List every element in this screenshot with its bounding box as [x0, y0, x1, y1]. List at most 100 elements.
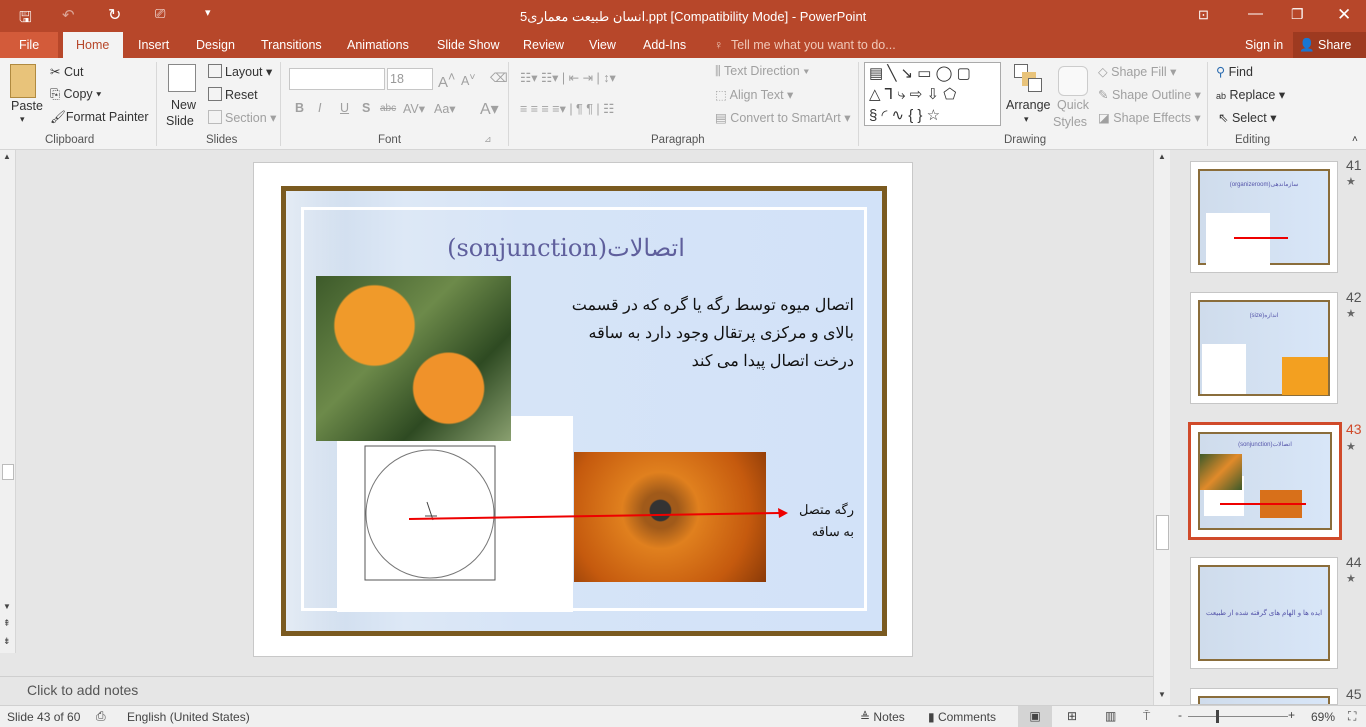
reading-view-icon[interactable]: ▥: [1105, 709, 1116, 723]
change-case-icon[interactable]: Aa▾: [434, 101, 456, 116]
copy-button[interactable]: ⎘ Copy ▾: [50, 87, 101, 102]
increase-font-icon[interactable]: A˄: [438, 70, 455, 91]
comments-button[interactable]: ▮ Comments: [928, 710, 996, 724]
zoom-slider[interactable]: [1188, 716, 1288, 717]
font-color-icon[interactable]: A▾: [480, 99, 499, 119]
undo-icon[interactable]: ↶: [62, 6, 75, 24]
slideshow-view-icon[interactable]: ⍑: [1143, 709, 1150, 724]
scrollbar-thumb[interactable]: [2, 464, 14, 480]
notes-pane[interactable]: Click to add notes: [0, 676, 1153, 705]
shadow-icon[interactable]: S: [362, 101, 370, 115]
scroll-up-icon[interactable]: ▲: [3, 152, 11, 161]
ribbon-display-icon[interactable]: ⊡: [1198, 7, 1209, 23]
slide-thumbnail-41[interactable]: (organizeroom)سازماندهی: [1190, 161, 1338, 273]
shape-effects-button[interactable]: ◪ Shape Effects ▾: [1098, 110, 1201, 125]
slide-scrollbar[interactable]: ▲ ▼ ⇞ ⇟: [0, 150, 16, 653]
tab-file[interactable]: File: [0, 32, 58, 58]
share-label: Share: [1318, 38, 1352, 52]
restore-icon[interactable]: ❐: [1291, 6, 1304, 23]
redo-icon[interactable]: ↻: [108, 5, 121, 25]
next-slide-icon[interactable]: ⇟: [3, 636, 11, 647]
slide-sorter-icon[interactable]: ⊞: [1067, 709, 1077, 723]
group-label-drawing: Drawing: [1004, 134, 1047, 146]
divider: [508, 62, 509, 146]
zoom-slider-thumb[interactable]: [1216, 710, 1219, 723]
find-button[interactable]: ⚲ Find: [1216, 64, 1253, 79]
tab-design[interactable]: Design: [196, 38, 235, 52]
save-icon[interactable]: 🖫: [19, 7, 32, 32]
tab-insert[interactable]: Insert: [138, 38, 169, 52]
customize-toolbar-icon[interactable]: ▾: [205, 6, 211, 19]
slide-thumbnail-45[interactable]: [1190, 688, 1338, 705]
align-icons[interactable]: ≡ ≡ ≡ ≡▾ | ¶ ¶ | ☷: [520, 101, 614, 116]
tab-add-ins[interactable]: Add-Ins: [643, 38, 686, 52]
share-button[interactable]: 👤 Share: [1293, 32, 1366, 58]
shapes-gallery[interactable]: ▤ ╲ ↘ ▭ ◯ ▢ △ ⅂ ⤷ ⇨ ⇩ ⬠ § ◜ ∿ { } ☆: [864, 62, 1001, 126]
tab-animations[interactable]: Animations: [347, 38, 409, 52]
scroll-up-icon[interactable]: ▲: [1158, 152, 1166, 161]
replace-button[interactable]: ab Replace ▾: [1216, 87, 1285, 102]
slide-thumbnail-42[interactable]: (size)اندازه: [1190, 292, 1338, 404]
decrease-font-icon[interactable]: A˅: [461, 72, 475, 88]
tab-review[interactable]: Review: [523, 38, 564, 52]
zoom-out-icon[interactable]: -: [1178, 708, 1182, 722]
bullets-icon[interactable]: ☷▾ ☷▾ | ⇤ ⇥ | ↕▾: [520, 70, 616, 85]
scroll-down-icon[interactable]: ▼: [3, 602, 11, 611]
tab-view[interactable]: View: [589, 38, 616, 52]
spell-check-icon[interactable]: ⎙: [96, 709, 106, 724]
shape-outline-button[interactable]: ✎ Shape Outline ▾: [1098, 87, 1201, 102]
tab-home[interactable]: Home: [63, 32, 123, 58]
clear-formatting-icon[interactable]: ⌫: [490, 70, 508, 85]
strikethrough-icon[interactable]: abc: [380, 103, 396, 114]
arrow-label[interactable]: رگه متصل به ساقه: [776, 499, 854, 543]
section-button[interactable]: Section ▾: [208, 110, 276, 125]
language-indicator[interactable]: English (United States): [127, 710, 250, 724]
format-painter-button[interactable]: 🖌Format Painter: [50, 110, 149, 125]
scrollbar-thumb[interactable]: [1156, 515, 1169, 550]
bold-icon[interactable]: B: [295, 101, 304, 115]
char-spacing-icon[interactable]: AV▾: [403, 101, 425, 116]
chevron-down-icon[interactable]: ▾: [1024, 114, 1029, 125]
close-icon[interactable]: ✕: [1337, 5, 1351, 25]
animation-star-icon: ★: [1346, 176, 1356, 188]
cut-button[interactable]: ✂ Cut: [50, 64, 83, 79]
minimize-icon[interactable]: —: [1248, 5, 1263, 22]
arrange-button[interactable]: Arrange: [1006, 98, 1050, 112]
normal-view-icon[interactable]: ▣: [1018, 706, 1052, 727]
tab-transitions[interactable]: Transitions: [261, 38, 322, 52]
chevron-down-icon[interactable]: ▾: [20, 114, 25, 125]
fit-to-window-icon[interactable]: ⛶: [1348, 709, 1356, 724]
zoom-level[interactable]: 69%: [1311, 710, 1335, 724]
notes-placeholder[interactable]: Click to add notes: [27, 682, 138, 698]
align-text-button[interactable]: ⬚ Align Text ▾: [715, 87, 793, 102]
thumbnail-scrollbar[interactable]: ▲ ▼: [1153, 150, 1170, 705]
tab-slide-show[interactable]: Slide Show: [437, 38, 500, 52]
zoom-in-icon[interactable]: +: [1288, 708, 1295, 722]
italic-icon[interactable]: I: [318, 101, 321, 115]
tell-me-input[interactable]: Tell me what you want to do...: [731, 38, 896, 52]
font-size-input[interactable]: 18: [387, 68, 433, 90]
dialog-launcher-icon[interactable]: ⊿: [484, 134, 492, 145]
slide-thumbnail-43-selected[interactable]: (sonjunction)اتصالات: [1188, 422, 1342, 540]
underline-icon[interactable]: U: [340, 101, 349, 115]
new-slide-icon: [168, 64, 196, 92]
select-button[interactable]: ⇖ Select ▾: [1218, 110, 1276, 125]
scroll-down-icon[interactable]: ▼: [1158, 690, 1166, 699]
shape-fill-button[interactable]: ◇ Shape Fill ▾: [1098, 64, 1176, 79]
reset-button[interactable]: Reset: [208, 87, 258, 102]
layout-button[interactable]: Layout ▾: [208, 64, 272, 79]
notes-button[interactable]: ≜ Notes: [860, 710, 905, 724]
slide-canvas[interactable]: (sonjunction)اتصالات اتصال میوه توسط رگه…: [253, 162, 913, 657]
quick-styles-button[interactable]: Quick: [1057, 98, 1089, 112]
text-direction-button[interactable]: ⫼ Text Direction ▾: [715, 64, 809, 79]
convert-smartart-button[interactable]: ▤ Convert to SmartArt ▾: [715, 110, 851, 125]
sign-in-link[interactable]: Sign in: [1245, 38, 1283, 52]
slide-thumbnail-44[interactable]: ایده ها و الهام های گرفته شده از طبیعت: [1190, 557, 1338, 669]
paste-button[interactable]: Paste: [11, 99, 43, 113]
slideshow-start-icon[interactable]: ⎚: [155, 6, 165, 22]
new-slide-button[interactable]: New: [171, 98, 196, 112]
find-label: Find: [1228, 65, 1253, 79]
collapse-ribbon-icon[interactable]: ˄: [1352, 134, 1358, 145]
font-name-input[interactable]: [289, 68, 385, 90]
previous-slide-icon[interactable]: ⇞: [3, 618, 11, 629]
